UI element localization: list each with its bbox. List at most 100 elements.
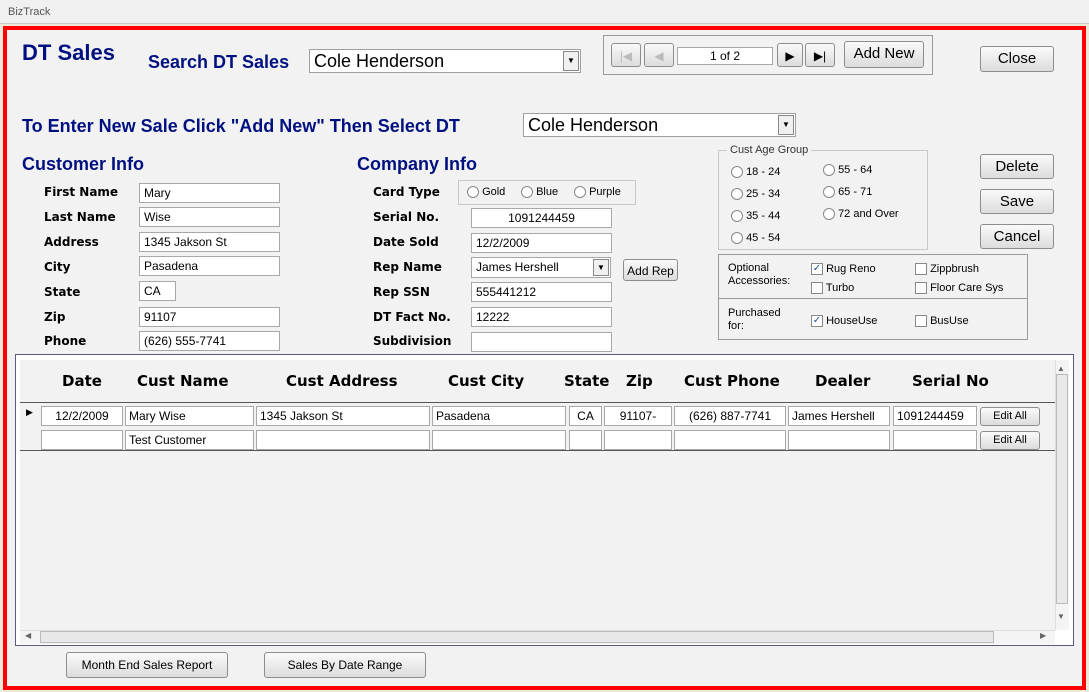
row2-state[interactable]: [569, 430, 602, 450]
month-end-report-button[interactable]: Month End Sales Report: [66, 652, 228, 678]
save-button[interactable]: Save: [980, 189, 1054, 214]
last-name-field[interactable]: Wise: [139, 207, 280, 227]
scroll-left-icon[interactable]: ◀: [25, 631, 31, 640]
radio-icon[interactable]: [467, 186, 479, 199]
dt-combo[interactable]: Cole Henderson ▼: [523, 113, 796, 137]
row2-dealer[interactable]: [788, 430, 890, 450]
address-field[interactable]: 1345 Jakson St: [139, 232, 280, 252]
serial-field[interactable]: 1091244459: [471, 208, 612, 228]
row2-edit-all-button[interactable]: Edit All: [980, 431, 1040, 450]
row1-edit-all-button[interactable]: Edit All: [980, 407, 1040, 426]
checkbox-icon[interactable]: ✓: [811, 263, 823, 276]
accessory-rug-reno[interactable]: ✓ Rug Reno: [811, 263, 876, 276]
rep-name-label: Rep Name: [373, 260, 442, 274]
row1-zip[interactable]: 91107-: [604, 406, 672, 426]
age-option[interactable]: 72 and Over: [823, 208, 899, 221]
row2-zip[interactable]: [604, 430, 672, 450]
card-option-blue[interactable]: Blue: [521, 186, 559, 199]
purchased-houseuse[interactable]: ✓ HouseUse: [811, 315, 878, 328]
radio-icon[interactable]: [823, 208, 835, 221]
rep-name-combo[interactable]: James Hershell ▼: [471, 257, 611, 278]
radio-icon[interactable]: [731, 232, 743, 245]
card-option-label: Blue: [536, 186, 559, 198]
radio-icon[interactable]: [823, 186, 835, 199]
date-sold-field[interactable]: 12/2/2009: [471, 233, 612, 253]
cancel-button[interactable]: Cancel: [980, 224, 1054, 249]
scroll-right-icon[interactable]: ▶: [1040, 631, 1046, 640]
record-selector-icon[interactable]: ▶: [26, 407, 33, 418]
subdivision-field[interactable]: [471, 332, 612, 352]
purchased-label: HouseUse: [826, 315, 878, 327]
row2-city[interactable]: [432, 430, 566, 450]
age-option[interactable]: 55 - 64: [823, 164, 872, 177]
scroll-down-icon[interactable]: ▼: [1057, 612, 1065, 621]
row1-address[interactable]: 1345 Jakson St: [256, 406, 430, 426]
state-field[interactable]: CA: [139, 281, 176, 301]
radio-icon[interactable]: [574, 186, 586, 199]
checkbox-icon[interactable]: [811, 282, 823, 295]
sales-by-date-range-button[interactable]: Sales By Date Range: [264, 652, 426, 678]
checkbox-icon[interactable]: ✓: [811, 315, 823, 328]
row1-date[interactable]: 12/2/2009: [41, 406, 123, 426]
accessories-label: Optional Accessories:: [728, 262, 791, 287]
previous-record-icon[interactable]: ◀: [644, 43, 674, 67]
zip-field[interactable]: 91107: [139, 307, 280, 327]
row2-serial[interactable]: [893, 430, 977, 450]
age-option[interactable]: 18 - 24: [731, 166, 780, 179]
checkbox-icon[interactable]: [915, 263, 927, 276]
first-record-icon[interactable]: |◀: [611, 43, 641, 67]
row1-phone[interactable]: (626) 887-7741: [674, 406, 786, 426]
chevron-down-icon[interactable]: ▼: [563, 51, 579, 71]
dt-combo-value: Cole Henderson: [528, 115, 659, 135]
checkbox-icon[interactable]: [915, 282, 927, 295]
city-field[interactable]: Pasadena: [139, 256, 280, 276]
row2-date[interactable]: [41, 430, 123, 450]
radio-icon[interactable]: [823, 164, 835, 177]
row2-phone[interactable]: [674, 430, 786, 450]
row1-city[interactable]: Pasadena: [432, 406, 566, 426]
accessory-zippbrush[interactable]: Zippbrush: [915, 263, 979, 276]
search-combo-value: Cole Henderson: [314, 51, 445, 71]
first-name-label: First Name: [44, 185, 119, 199]
row1-state[interactable]: CA: [569, 406, 602, 426]
form-frame: DT Sales Search DT Sales Cole Henderson ▼…: [3, 26, 1086, 690]
radio-icon[interactable]: [521, 186, 533, 199]
purchased-bususe[interactable]: BusUse: [915, 315, 969, 328]
sales-grid-body: [20, 360, 1055, 630]
vertical-scroll-thumb[interactable]: [1056, 374, 1068, 604]
accessory-turbo[interactable]: Turbo: [811, 282, 854, 295]
chevron-down-icon[interactable]: ▼: [778, 115, 794, 135]
age-option[interactable]: 45 - 54: [731, 232, 780, 245]
age-option[interactable]: 35 - 44: [731, 210, 780, 223]
row1-name[interactable]: Mary Wise: [125, 406, 254, 426]
row2-name[interactable]: Test Customer: [125, 430, 254, 450]
row1-serial[interactable]: 1091244459: [893, 406, 977, 426]
age-option[interactable]: 65 - 71: [823, 186, 872, 199]
rep-ssn-field[interactable]: 555441212: [471, 282, 612, 302]
chevron-down-icon[interactable]: ▼: [593, 259, 609, 276]
card-option-purple[interactable]: Purple: [574, 186, 621, 199]
delete-button[interactable]: Delete: [980, 154, 1054, 179]
accessories-divider: [719, 298, 1027, 299]
age-option[interactable]: 25 - 34: [731, 188, 780, 201]
add-rep-button[interactable]: Add Rep: [623, 259, 678, 281]
card-option-gold[interactable]: Gold: [467, 186, 505, 199]
search-combo[interactable]: Cole Henderson ▼: [309, 49, 581, 73]
close-button[interactable]: Close: [980, 46, 1054, 72]
accessory-floor-care[interactable]: Floor Care Sys: [915, 282, 1003, 295]
checkbox-icon[interactable]: [915, 315, 927, 328]
phone-field[interactable]: (626) 555-7741: [139, 331, 280, 351]
row2-address[interactable]: [256, 430, 430, 450]
add-new-button[interactable]: Add New: [844, 41, 924, 68]
row1-dealer[interactable]: James Hershell: [788, 406, 890, 426]
dt-fact-field[interactable]: 12222: [471, 307, 612, 327]
last-record-icon[interactable]: ▶|: [805, 43, 835, 67]
horizontal-scroll-thumb[interactable]: [40, 631, 994, 643]
first-name-field[interactable]: Mary: [139, 183, 280, 203]
next-record-icon[interactable]: ▶: [777, 43, 803, 67]
col-header-state: State: [564, 372, 610, 390]
radio-icon[interactable]: [731, 210, 743, 223]
radio-icon[interactable]: [731, 166, 743, 179]
scroll-up-icon[interactable]: ▲: [1057, 364, 1065, 373]
radio-icon[interactable]: [731, 188, 743, 201]
